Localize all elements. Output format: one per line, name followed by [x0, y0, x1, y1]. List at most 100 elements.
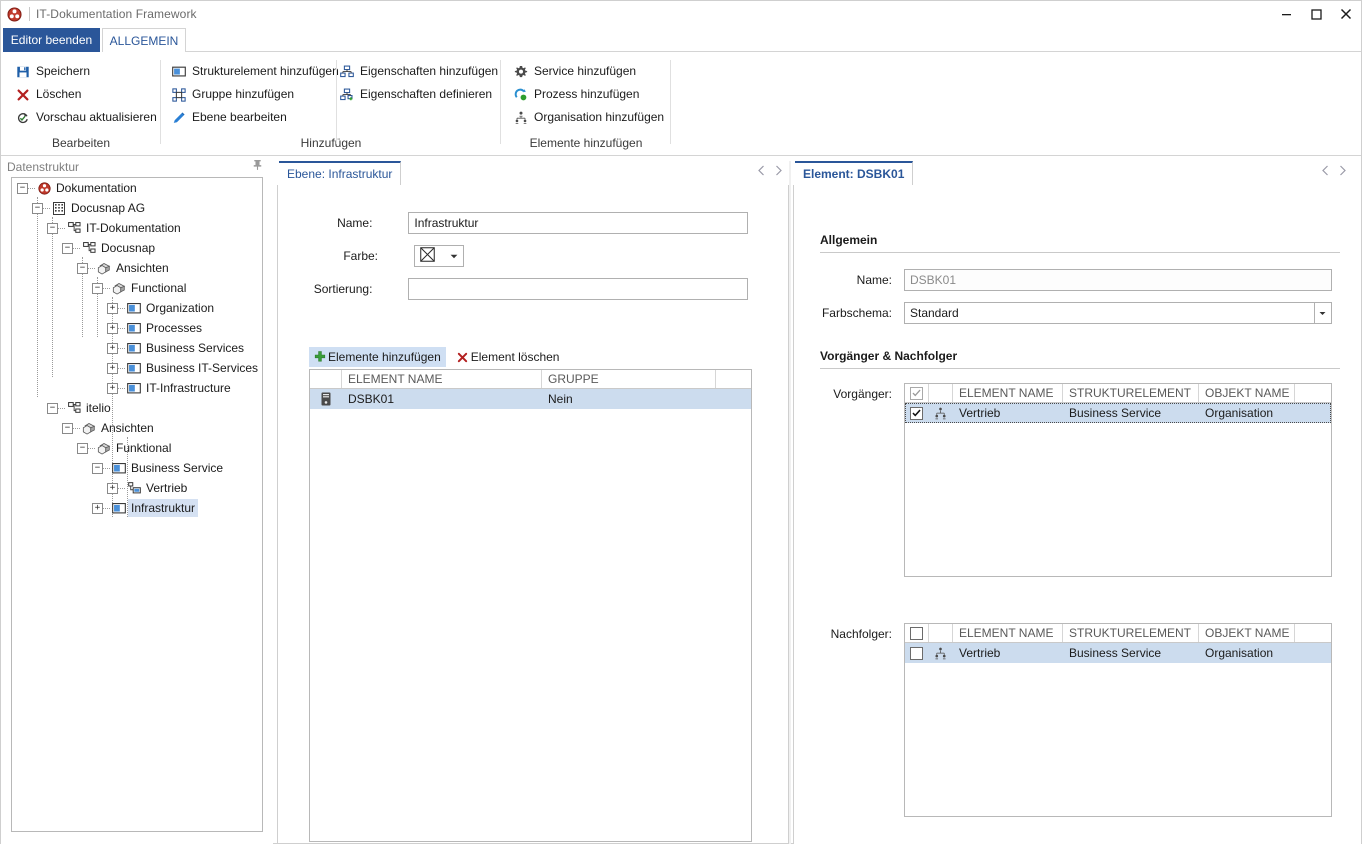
chevron-down-icon[interactable]: [1314, 303, 1330, 323]
vorgaenger-grid[interactable]: ELEMENT NAME STRUKTURELEMENT OBJEKT NAME: [904, 383, 1332, 577]
tree-expand-icon[interactable]: +: [107, 362, 118, 374]
grid-header-objekt-name[interactable]: OBJEKT NAME: [1199, 624, 1295, 642]
tab-ebene-infrastruktur[interactable]: Ebene: Infrastruktur: [279, 161, 402, 185]
maximize-icon[interactable]: [1301, 1, 1331, 27]
tree-connector: [118, 307, 125, 309]
tree-node-label: IT-Dokumentation: [86, 221, 181, 235]
docusnap-logo-icon: [1, 1, 27, 27]
tree-node-label: Docusnap: [101, 241, 156, 255]
tree-node[interactable]: + IT-Infrastructure: [12, 378, 262, 398]
ribbon-item-gruppe-hinzufuegen[interactable]: Gruppe hinzufügen: [169, 83, 298, 106]
tree-node[interactable]: − Business Service: [12, 458, 262, 478]
datenstruktur-header: Datenstruktur: [1, 157, 273, 177]
ribbon-item-service-hinzufuegen[interactable]: Service hinzufügen: [511, 60, 640, 83]
ribbon-item-strukturelement-hinzufuegen[interactable]: Strukturelement hinzufügen: [169, 60, 343, 83]
ribbon-item-vorschau-aktualisieren[interactable]: Vorschau aktualisieren: [13, 106, 161, 129]
pin-icon[interactable]: [252, 159, 263, 174]
select-all-checkbox[interactable]: [905, 384, 929, 402]
table-row[interactable]: Vertrieb Business Service Organisation: [905, 403, 1331, 423]
sitemap-icon: [65, 222, 83, 234]
tree-node[interactable]: + Vertrieb: [12, 478, 262, 498]
tree-node[interactable]: − Funktional: [12, 438, 262, 458]
row-checkbox[interactable]: [905, 406, 929, 420]
select-all-checkbox[interactable]: [905, 624, 929, 642]
farbe-combo[interactable]: [414, 245, 464, 267]
chevron-down-icon[interactable]: [445, 246, 463, 266]
tree-collapse-icon[interactable]: −: [77, 262, 88, 274]
element-loeschen-button[interactable]: Element löschen: [452, 347, 565, 367]
tree-collapse-icon[interactable]: −: [77, 442, 88, 454]
tree-expand-icon[interactable]: +: [107, 342, 118, 354]
ribbon-item-eigenschaften-hinzufuegen[interactable]: Eigenschaften hinzufügen: [337, 60, 502, 83]
tree-collapse-icon[interactable]: −: [47, 222, 58, 234]
close-icon[interactable]: [1331, 1, 1361, 27]
ribbon-item-speichern[interactable]: Speichern: [13, 60, 94, 83]
tree-expand-icon[interactable]: +: [107, 382, 118, 394]
elemente-hinzufuegen-button[interactable]: Elemente hinzufügen: [309, 347, 446, 367]
tree-node[interactable]: + Processes: [12, 318, 262, 338]
tree-node[interactable]: + Organization: [12, 298, 262, 318]
cell-element-name: Vertrieb: [959, 646, 1001, 660]
tree-node[interactable]: + Business IT-Services: [12, 358, 262, 378]
grid-header-element-name[interactable]: ELEMENT NAME: [953, 624, 1063, 642]
tree-collapse-icon[interactable]: −: [92, 462, 103, 474]
row-checkbox[interactable]: [905, 646, 929, 660]
panel-splitter[interactable]: [789, 161, 791, 844]
name-input[interactable]: DSBK01: [904, 269, 1332, 291]
name-input[interactable]: Infrastruktur: [408, 212, 748, 234]
grid-header-row: ELEMENT NAME STRUKTURELEMENT OBJEKT NAME: [905, 624, 1331, 643]
tree-collapse-icon[interactable]: −: [92, 282, 103, 294]
grid-header-strukturelement[interactable]: STRUKTURELEMENT: [1063, 624, 1199, 642]
tree-node[interactable]: − Functional: [12, 278, 262, 298]
nav-prev-icon[interactable]: [757, 165, 766, 179]
farbschema-value: Standard: [910, 306, 959, 320]
tree-node[interactable]: + Business Services: [12, 338, 262, 358]
tree-node[interactable]: − Ansichten: [12, 258, 262, 278]
tab-editor-beenden[interactable]: Editor beenden: [3, 28, 100, 52]
tree-collapse-icon[interactable]: −: [17, 182, 28, 194]
section-rule: [820, 368, 1340, 369]
tree-node[interactable]: − Dokumentation: [12, 178, 262, 198]
tree-collapse-icon[interactable]: −: [47, 402, 58, 414]
nav-next-icon[interactable]: [1338, 165, 1347, 179]
minimize-icon[interactable]: [1271, 1, 1301, 27]
table-row[interactable]: Vertrieb Business Service Organisation: [905, 643, 1331, 663]
tree-node[interactable]: − IT-Dokumentation: [12, 218, 262, 238]
tree-connector: [118, 327, 125, 329]
organisation-icon: [929, 647, 953, 660]
nav-next-icon[interactable]: [774, 165, 783, 179]
tree-node[interactable]: − Docusnap AG: [12, 198, 262, 218]
ebene-nav-buttons: [757, 165, 783, 179]
tree-node[interactable]: − Docusnap: [12, 238, 262, 258]
tree-expand-icon[interactable]: +: [107, 322, 118, 334]
tree-node[interactable]: + Infrastruktur: [12, 498, 262, 518]
farbschema-combo[interactable]: Standard: [904, 302, 1332, 324]
tree-collapse-icon[interactable]: −: [32, 202, 43, 214]
grid-header-objekt-name[interactable]: OBJEKT NAME: [1199, 384, 1295, 402]
table-row[interactable]: DSBK01 Nein: [310, 389, 751, 409]
elemente-grid[interactable]: ELEMENT NAME GRUPPE DSBK01 Nein: [309, 369, 752, 842]
datenstruktur-tree[interactable]: − Dokumentation − Docusnap AG − IT-Dokumentat…: [11, 177, 263, 832]
tree-expand-icon[interactable]: +: [107, 482, 118, 494]
tree-node[interactable]: − itelio: [12, 398, 262, 418]
grid-header-element-name[interactable]: ELEMENT NAME: [342, 370, 542, 388]
grid-header-gruppe[interactable]: GRUPPE: [542, 370, 716, 388]
tree-node[interactable]: − Ansichten: [12, 418, 262, 438]
ribbon-item-loeschen[interactable]: Löschen: [13, 83, 85, 106]
ribbon-item-organisation-hinzufuegen[interactable]: Organisation hinzufügen: [511, 106, 668, 129]
grid-header-element-name[interactable]: ELEMENT NAME: [953, 384, 1063, 402]
sortierung-label: Sortierung:: [313, 282, 373, 296]
tree-expand-icon[interactable]: +: [92, 502, 103, 514]
nachfolger-grid[interactable]: ELEMENT NAME STRUKTURELEMENT OBJEKT NAME: [904, 623, 1332, 817]
ribbon-item-ebene-bearbeiten[interactable]: Ebene bearbeiten: [169, 106, 291, 129]
tree-collapse-icon[interactable]: −: [62, 242, 73, 254]
ribbon-item-eigenschaften-definieren[interactable]: Eigenschaften definieren: [337, 83, 496, 106]
tab-allgemein[interactable]: ALLGEMEIN: [102, 28, 186, 52]
sortierung-input[interactable]: [408, 278, 748, 300]
ribbon-item-prozess-hinzufuegen[interactable]: Prozess hinzufügen: [511, 83, 643, 106]
tree-expand-icon[interactable]: +: [107, 302, 118, 314]
nav-prev-icon[interactable]: [1321, 165, 1330, 179]
tree-collapse-icon[interactable]: −: [62, 422, 73, 434]
grid-header-strukturelement[interactable]: STRUKTURELEMENT: [1063, 384, 1199, 402]
tab-element-dsbk01[interactable]: Element: DSBK01: [795, 161, 914, 185]
